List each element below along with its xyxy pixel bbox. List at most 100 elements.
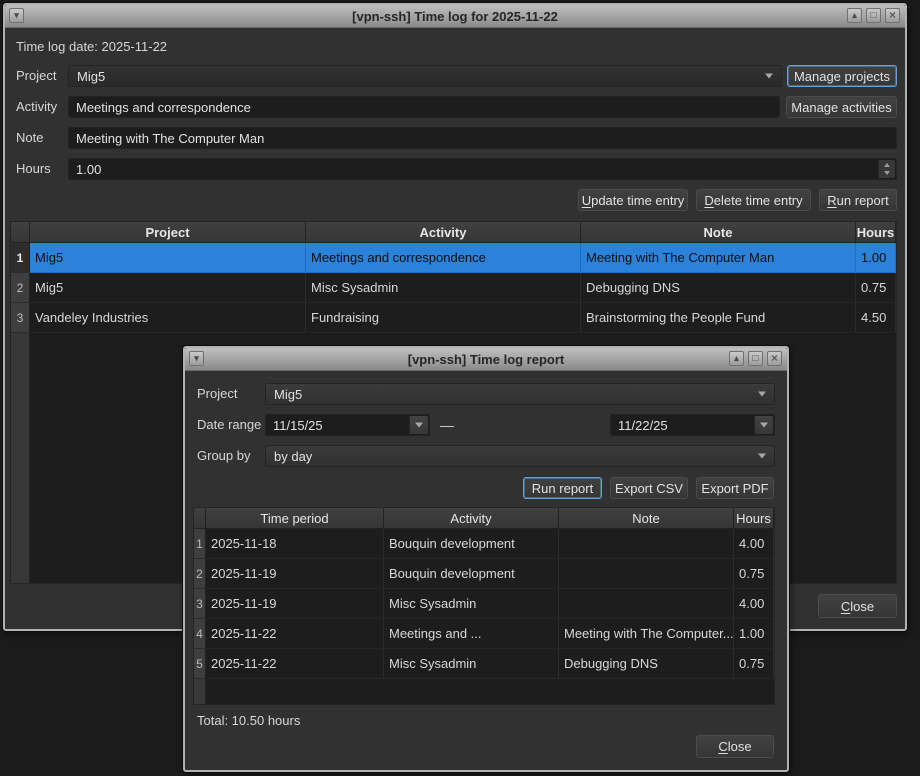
date-from-field[interactable]: 11/15/25	[265, 414, 430, 436]
report-close-button[interactable]: Close	[696, 735, 774, 758]
maximize-button[interactable]: □	[866, 8, 881, 23]
report-run-report-button[interactable]: Run report	[523, 477, 602, 499]
cell-hours[interactable]: 0.75	[734, 649, 774, 679]
row-header[interactable]: 5	[194, 649, 206, 679]
run-report-button[interactable]: Run report	[819, 189, 897, 211]
window-menu-button[interactable]: ▾	[9, 8, 24, 23]
group-by-combobox-value: by day	[274, 449, 312, 464]
col-header-activity[interactable]: Activity	[306, 222, 581, 243]
row-header[interactable]: 3	[11, 303, 30, 333]
cell-hours[interactable]: 4.00	[734, 529, 774, 559]
cell-activity[interactable]: Misc Sysadmin	[306, 273, 581, 303]
date-to-value: 11/22/25	[618, 418, 668, 433]
chevron-down-icon	[758, 392, 766, 397]
row-header[interactable]: 2	[11, 273, 30, 303]
delete-time-entry-button[interactable]: Delete time entry	[696, 189, 811, 211]
close-window-button[interactable]: ×	[767, 351, 782, 366]
export-pdf-button[interactable]: Export PDF	[696, 477, 774, 499]
col-header-hours[interactable]: Hours	[734, 508, 774, 529]
cell-period[interactable]: 2025-11-22	[206, 649, 384, 679]
cell-note[interactable]: Meeting with The Computer Man	[581, 243, 856, 273]
row-header-filler	[11, 333, 30, 583]
cell-period[interactable]: 2025-11-22	[206, 619, 384, 649]
col-header-activity[interactable]: Activity	[384, 508, 559, 529]
cell-period[interactable]: 2025-11-18	[206, 529, 384, 559]
cell-activity[interactable]: Misc Sysadmin	[384, 589, 559, 619]
cell-hours[interactable]: 1.00	[856, 243, 896, 273]
maximize-button[interactable]: □	[748, 351, 763, 366]
window-menu-button[interactable]: ▾	[189, 351, 204, 366]
cell-note[interactable]: Brainstorming the People Fund	[581, 303, 856, 333]
row-header[interactable]: 2	[194, 559, 206, 589]
report-titlebar[interactable]: ▾ [vpn-ssh] Time log report ▴ □ ×	[185, 348, 787, 371]
cell-activity[interactable]: Bouquin development	[384, 529, 559, 559]
export-csv-button[interactable]: Export CSV	[610, 477, 688, 499]
col-header-note[interactable]: Note	[559, 508, 734, 529]
shade-icon: ▴	[852, 11, 857, 20]
cell-note[interactable]: Meeting with The Computer...	[559, 619, 734, 649]
shade-button[interactable]: ▴	[847, 8, 862, 23]
spin-down-icon[interactable]	[884, 171, 890, 175]
col-header-time-period[interactable]: Time period	[206, 508, 384, 529]
cell-activity[interactable]: Misc Sysadmin	[384, 649, 559, 679]
cell-note[interactable]	[559, 529, 734, 559]
date-to-dropdown-button[interactable]	[754, 416, 773, 434]
cell-activity[interactable]: Fundraising	[306, 303, 581, 333]
date-to-field[interactable]: 11/22/25	[610, 414, 775, 436]
cell-project[interactable]: Vandeley Industries	[30, 303, 306, 333]
date-range-separator: —	[440, 414, 454, 436]
cell-activity[interactable]: Bouquin development	[384, 559, 559, 589]
row-header[interactable]: 3	[194, 589, 206, 619]
row-header[interactable]: 1	[11, 243, 30, 273]
table-empty-area	[206, 679, 774, 704]
chevron-down-icon	[758, 454, 766, 459]
cell-hours[interactable]: 4.50	[856, 303, 896, 333]
manage-projects-button[interactable]: Manage projects	[787, 65, 897, 87]
project-label: Project	[16, 65, 56, 87]
cell-note[interactable]	[559, 559, 734, 589]
cell-hours[interactable]: 0.75	[734, 559, 774, 589]
cell-note[interactable]: Debugging DNS	[581, 273, 856, 303]
shade-button[interactable]: ▴	[729, 351, 744, 366]
note-label: Note	[16, 127, 43, 149]
row-header[interactable]: 4	[194, 619, 206, 649]
row-header-filler	[194, 679, 206, 704]
activity-input[interactable]: Meetings and correspondence	[68, 96, 780, 118]
date-from-dropdown-button[interactable]	[409, 416, 428, 434]
report-project-combobox-value: Mig5	[274, 387, 302, 402]
chevron-down-icon	[415, 423, 423, 428]
main-window-title: [vpn-ssh] Time log for 2025-11-22	[352, 9, 558, 24]
project-combobox[interactable]: Mig5	[68, 65, 782, 87]
corner-header	[11, 222, 30, 243]
chevron-down-icon	[760, 423, 768, 428]
main-titlebar[interactable]: ▾ [vpn-ssh] Time log for 2025-11-22 ▴ □ …	[5, 5, 905, 28]
close-window-icon: ×	[771, 354, 778, 363]
col-header-project[interactable]: Project	[30, 222, 306, 243]
close-window-button[interactable]: ×	[885, 8, 900, 23]
hours-spinner[interactable]	[878, 160, 895, 178]
note-input[interactable]: Meeting with The Computer Man	[68, 127, 897, 149]
cell-hours[interactable]: 0.75	[856, 273, 896, 303]
cell-period[interactable]: 2025-11-19	[206, 589, 384, 619]
hours-spinbox[interactable]: 1.00	[68, 158, 897, 180]
cell-note[interactable]	[559, 589, 734, 619]
cell-activity[interactable]: Meetings and correspondence	[306, 243, 581, 273]
manage-activities-button[interactable]: Manage activities	[786, 96, 897, 118]
cell-activity[interactable]: Meetings and ...	[384, 619, 559, 649]
report-project-combobox[interactable]: Mig5	[265, 383, 775, 405]
maximize-icon: □	[752, 354, 758, 363]
cell-project[interactable]: Mig5	[30, 273, 306, 303]
cell-hours[interactable]: 4.00	[734, 589, 774, 619]
cell-note[interactable]: Debugging DNS	[559, 649, 734, 679]
spin-up-icon[interactable]	[884, 163, 890, 167]
group-by-combobox[interactable]: by day	[265, 445, 775, 467]
cell-hours[interactable]: 1.00	[734, 619, 774, 649]
cell-period[interactable]: 2025-11-19	[206, 559, 384, 589]
update-time-entry-button[interactable]: Update time entry	[578, 189, 688, 211]
row-header[interactable]: 1	[194, 529, 206, 559]
close-button[interactable]: Close	[818, 594, 897, 618]
report-project-label: Project	[197, 383, 237, 405]
cell-project[interactable]: Mig5	[30, 243, 306, 273]
col-header-hours[interactable]: Hours	[856, 222, 896, 243]
col-header-note[interactable]: Note	[581, 222, 856, 243]
